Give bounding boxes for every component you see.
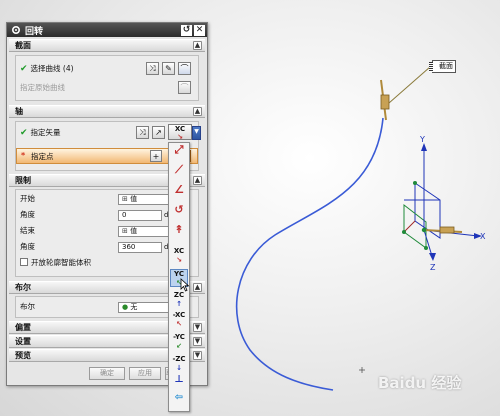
vector-type-label: XC bbox=[174, 125, 186, 133]
menu-item-yc-label: YC bbox=[174, 270, 184, 278]
end-angle-label: 角度 bbox=[20, 242, 35, 251]
chevron-up-icon[interactable]: ▲ bbox=[193, 41, 202, 50]
specify-vector-label: 指定矢量 bbox=[30, 128, 61, 137]
section-curve[interactable] bbox=[235, 117, 384, 391]
check-icon: ✔ bbox=[20, 128, 28, 138]
menu-curve-vector-icon[interactable]: ↺ bbox=[170, 204, 188, 223]
check-icon: ✔ bbox=[20, 64, 28, 74]
chevron-up-icon[interactable]: ▲ bbox=[193, 176, 202, 185]
dialog-title: 回转 bbox=[25, 26, 44, 37]
end-label: 结束 bbox=[20, 226, 35, 235]
ok-button[interactable]: 确定 bbox=[89, 367, 125, 380]
menu-item-zc-label: ZC bbox=[173, 291, 185, 299]
axis-header[interactable]: 轴 ▲ bbox=[9, 105, 205, 118]
chevron-down-icon[interactable]: ▼ bbox=[193, 337, 202, 346]
menu-angle-vector-icon[interactable]: ∠ bbox=[170, 184, 188, 203]
end-type-select[interactable]: ⊞ 值 bbox=[118, 226, 170, 237]
start-type-value: 值 bbox=[130, 195, 138, 203]
boolean-label: 布尔 bbox=[20, 302, 35, 311]
limits-title: 限制 bbox=[15, 176, 31, 185]
specify-origin-curve-label: 指定原始曲线 bbox=[20, 83, 65, 92]
section-header[interactable]: 截面 ▲ bbox=[9, 39, 205, 52]
reset-button[interactable]: ↺ bbox=[181, 24, 192, 36]
end-type-value: 值 bbox=[130, 227, 138, 235]
close-button[interactable]: ✕ bbox=[194, 24, 205, 36]
menu-item-neg-yc-label: -YC bbox=[173, 333, 185, 341]
menu-item-neg-yc[interactable]: -YC ↙ bbox=[170, 333, 188, 351]
menu-item-neg-xc[interactable]: -XC ↖ bbox=[170, 311, 188, 329]
open-profile-label: 开放轮廓智能体积 bbox=[31, 258, 91, 267]
sketch-section-icon[interactable]: ✎ bbox=[162, 62, 175, 75]
gear-icon[interactable] bbox=[10, 24, 22, 36]
offset-title: 偏置 bbox=[15, 323, 31, 332]
axis-label-z: Z bbox=[430, 263, 436, 272]
menu-two-points-icon[interactable]: ⟋ bbox=[170, 164, 188, 183]
vector-dialog-icon[interactable]: ↗ bbox=[152, 126, 165, 139]
specify-point-label: 指定点 bbox=[31, 152, 54, 161]
boolean-value: 无 bbox=[130, 303, 138, 311]
reverse-vector-icon[interactable]: ⤨ bbox=[136, 126, 149, 139]
select-curve-row[interactable]: ✔ 选择曲线 (4) bbox=[20, 62, 74, 76]
dialog-titlebar[interactable]: 回转 ↺ ✕ bbox=[7, 23, 207, 37]
menu-item-zc[interactable]: ZC ↑ bbox=[170, 291, 188, 309]
menu-item-xc[interactable]: XC ↘ bbox=[170, 247, 188, 265]
section-callout: 截面 bbox=[429, 60, 456, 73]
menu-item-neg-zc-label: -ZC bbox=[172, 355, 186, 363]
section-title: 截面 bbox=[15, 41, 31, 50]
start-angle-label: 角度 bbox=[20, 210, 35, 219]
axis-title: 轴 bbox=[15, 107, 23, 116]
callout-label: 截面 bbox=[439, 62, 453, 70]
chevron-down-icon[interactable]: ▼ bbox=[193, 351, 202, 360]
vector-type-dropdown[interactable]: XC ↘ bbox=[168, 124, 192, 141]
coordinate-triad[interactable] bbox=[402, 143, 482, 261]
curve-select-icon[interactable]: ⌒ bbox=[178, 62, 191, 75]
callout-ruler-icon bbox=[429, 62, 433, 72]
watermark: Baidu 经验 bbox=[378, 374, 462, 392]
open-profile-row[interactable]: 开放轮廓智能体积 bbox=[20, 256, 91, 270]
menu-item-neg-zc[interactable]: -ZC ↓ bbox=[170, 355, 188, 373]
required-asterisk-icon: * bbox=[21, 151, 26, 160]
callout-leader bbox=[388, 66, 431, 104]
select-curve-label: 选择曲线 (4) bbox=[30, 64, 74, 73]
end-angle-input[interactable]: 360 bbox=[118, 242, 162, 253]
menu-item-xc-label: XC bbox=[173, 247, 185, 255]
menu-inferred-vector-icon[interactable]: ⤢ bbox=[170, 144, 188, 163]
axis-label-y: Y bbox=[419, 135, 425, 144]
start-label: 开始 bbox=[20, 194, 35, 203]
open-profile-checkbox[interactable] bbox=[20, 258, 28, 266]
point-dialog-icon[interactable]: + bbox=[150, 150, 162, 162]
vector-dropdown-arrow[interactable]: ▼ bbox=[192, 126, 201, 140]
reverse-direction-icon[interactable]: ⤨ bbox=[146, 62, 159, 75]
chevron-down-icon[interactable]: ▼ bbox=[193, 323, 202, 332]
chevron-up-icon[interactable]: ▲ bbox=[193, 283, 202, 292]
axis-label-x: X bbox=[480, 232, 486, 241]
origin-curve-icon[interactable]: ⌒ bbox=[178, 81, 191, 94]
chevron-up-icon[interactable]: ▲ bbox=[193, 107, 202, 116]
start-angle-input[interactable]: 0 bbox=[118, 210, 162, 221]
vector-type-menu: ⤢ ⟋ ∠ ↺ ↟ XC ↘ YC ↖ ZC ↑ -XC ↖ -YC ↙ -ZC ↓ ⊥ ⇦ bbox=[168, 142, 190, 412]
boolean-title: 布尔 bbox=[15, 283, 31, 292]
menu-face-normal-icon[interactable]: ⊥ bbox=[170, 375, 188, 393]
mouse-cursor-icon bbox=[180, 278, 190, 292]
curve-handle[interactable] bbox=[380, 79, 390, 121]
section-body: ✔ 选择曲线 (4) ⤨ ✎ ⌒ 指定原始曲线 ⌒ bbox=[15, 55, 199, 101]
menu-tangent-vector-icon[interactable]: ↟ bbox=[170, 224, 188, 243]
settings-title: 设置 bbox=[15, 337, 31, 346]
menu-item-neg-xc-label: -XC bbox=[172, 311, 186, 319]
menu-view-direction-icon[interactable]: ⇦ bbox=[170, 393, 188, 411]
specify-origin-curve-row[interactable]: 指定原始曲线 bbox=[20, 81, 65, 95]
apply-button[interactable]: 应用 bbox=[129, 367, 161, 380]
start-type-select[interactable]: ⊞ 值 bbox=[118, 194, 170, 205]
specify-vector-row[interactable]: ✔ 指定矢量 bbox=[20, 126, 61, 140]
preview-title: 预览 bbox=[15, 351, 31, 360]
boolean-select[interactable]: ● 无 bbox=[118, 302, 170, 313]
